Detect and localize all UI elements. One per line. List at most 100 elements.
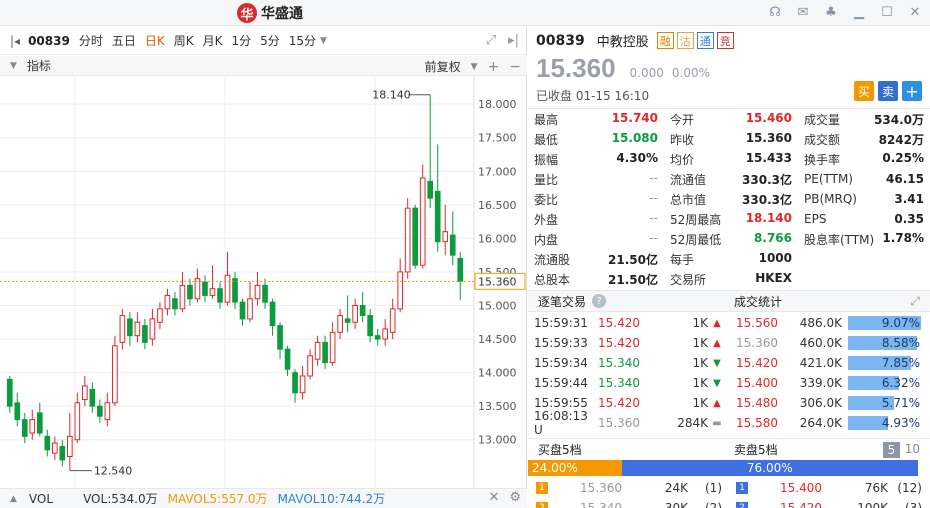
candle-body[interactable] (262, 284, 268, 303)
candle-body[interactable] (314, 341, 321, 360)
tab-period-3[interactable]: 周K (174, 32, 194, 49)
candle-body[interactable] (389, 308, 396, 333)
tab-period-2[interactable]: 日K (145, 32, 165, 49)
indicator-collapse-icon[interactable]: ▼ (10, 61, 17, 71)
candle-body[interactable] (202, 281, 208, 296)
candle-body[interactable] (112, 345, 118, 404)
tab-period-4[interactable]: 月K (203, 32, 223, 49)
collapse-right-icon[interactable]: ▸| (508, 33, 519, 48)
candle-body[interactable] (434, 190, 441, 243)
candle-body[interactable] (322, 341, 328, 364)
candle-body[interactable] (449, 234, 456, 256)
candle-body[interactable] (374, 335, 381, 340)
candle-body[interactable] (397, 271, 404, 310)
candle-body[interactable] (359, 304, 366, 317)
candle-body[interactable] (179, 284, 186, 310)
candle-body[interactable] (44, 435, 51, 451)
candle-body[interactable] (284, 348, 291, 370)
candle-body[interactable] (247, 298, 253, 320)
candle-body[interactable] (164, 294, 171, 310)
candle-body[interactable] (254, 284, 261, 300)
settings-icon[interactable]: ⚙ (509, 490, 521, 505)
minimize-icon[interactable]: ▁ (850, 3, 868, 21)
candle-body[interactable] (89, 388, 96, 407)
candle-body[interactable] (329, 331, 336, 364)
tab-period-5[interactable]: 1分 (231, 32, 251, 49)
ask-side[interactable]: 2 15.420 100K (3) (728, 501, 928, 508)
candle-body[interactable] (239, 301, 246, 320)
candle-body[interactable] (269, 301, 276, 327)
volume-collapse-icon[interactable]: ▲ (10, 494, 17, 504)
candle-body[interactable] (14, 402, 21, 421)
candle-body[interactable] (149, 318, 156, 340)
candle-body[interactable] (134, 321, 141, 337)
collapse-left-icon[interactable]: |◂ (10, 34, 20, 48)
candle-body[interactable] (59, 445, 66, 461)
candle-body[interactable] (66, 435, 73, 458)
tab-period-6[interactable]: 5分 (260, 32, 280, 49)
volume-label[interactable]: VOL (29, 492, 53, 506)
tab-period-7[interactable]: 15分 (289, 32, 316, 49)
adjust-select[interactable]: 前复权 (425, 58, 461, 75)
maximize-icon[interactable]: ☐ (878, 3, 896, 21)
ticks-title[interactable]: 逐笔交易 (538, 293, 586, 310)
candle-body[interactable] (187, 284, 193, 300)
period-dropdown-icon[interactable]: ▼ (320, 36, 327, 46)
tab-period-1[interactable]: 五日 (112, 32, 136, 49)
candle-body[interactable] (299, 375, 306, 394)
candle-body[interactable] (292, 372, 298, 394)
level5-toggle[interactable]: 5 (883, 442, 900, 458)
candle-body[interactable] (74, 402, 81, 441)
candlestick-chart[interactable]: 18.00017.50017.00016.50016.00015.50015.0… (0, 76, 527, 488)
candle-body[interactable] (21, 419, 28, 437)
tab-period-0[interactable]: 分时 (79, 32, 103, 49)
candle-body[interactable] (172, 298, 178, 310)
buy-button[interactable]: 买 (854, 81, 874, 101)
bid-side[interactable]: 1 15.360 24K (1) (528, 481, 728, 495)
bid-side[interactable]: 2 15.340 30K (2) (528, 501, 728, 508)
candle-body[interactable] (51, 442, 58, 454)
candle-body[interactable] (344, 318, 351, 323)
close-icon[interactable]: ✕ (906, 3, 924, 21)
close-indicator-icon[interactable]: ✕ (488, 490, 499, 505)
candle-body[interactable] (157, 308, 163, 323)
candle-body[interactable] (142, 325, 148, 343)
candle-body[interactable] (404, 207, 411, 273)
sell-button[interactable]: 卖 (878, 81, 898, 101)
candle-body[interactable] (104, 402, 111, 421)
candle-body[interactable] (82, 385, 88, 400)
indicator-label[interactable]: 指标 (27, 57, 51, 74)
candle-body[interactable] (6, 378, 13, 407)
candle-body[interactable] (232, 278, 238, 303)
candle-body[interactable] (209, 288, 216, 296)
fullscreen-icon[interactable]: ⤢ (486, 33, 496, 48)
candle-body[interactable] (457, 258, 464, 282)
candle-body[interactable] (427, 180, 434, 199)
candle-body[interactable] (419, 177, 426, 266)
headset-icon[interactable]: ☊ (766, 3, 784, 21)
candle-body[interactable] (442, 231, 449, 243)
candle-body[interactable] (36, 412, 43, 434)
candle-body[interactable] (224, 274, 231, 303)
candle-body[interactable] (307, 355, 313, 377)
candle-body[interactable] (217, 288, 223, 303)
candle-body[interactable] (337, 315, 343, 333)
help-icon[interactable]: ? (592, 294, 607, 308)
shirt-icon[interactable]: ♣ (822, 3, 840, 21)
dist-title[interactable]: 成交统计 (734, 293, 782, 310)
ask-side[interactable]: 1 15.400 76K (12) (728, 481, 928, 495)
adjust-dropdown-icon[interactable]: ▼ (471, 62, 478, 72)
expand-icon[interactable]: ⤢ (910, 294, 920, 309)
level10-toggle[interactable]: 10 (905, 442, 920, 456)
mail-icon[interactable]: ✉ (794, 3, 812, 21)
candle-body[interactable] (97, 405, 103, 417)
add-watchlist-button[interactable]: + (902, 81, 922, 101)
candle-body[interactable] (367, 315, 373, 337)
candle-body[interactable] (412, 207, 419, 266)
candle-body[interactable] (29, 419, 36, 434)
zoom-in-icon[interactable]: + (488, 59, 500, 75)
candle-body[interactable] (382, 328, 388, 340)
candle-body[interactable] (277, 325, 283, 350)
zoom-out-icon[interactable]: − (509, 59, 521, 75)
candle-body[interactable] (127, 318, 133, 337)
